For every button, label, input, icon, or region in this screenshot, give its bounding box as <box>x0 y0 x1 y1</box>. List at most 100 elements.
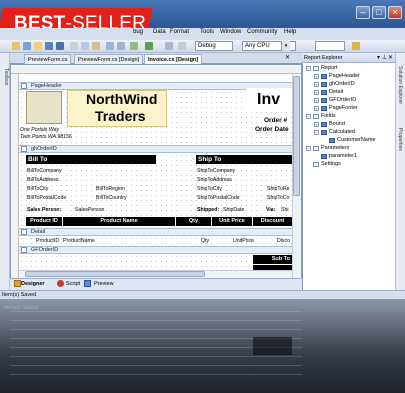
band-collapse-icon[interactable] <box>21 247 27 253</box>
ship-to-region-field[interactable]: ShipToRe <box>267 186 290 192</box>
band-group-header[interactable]: ghOrderID <box>19 145 292 153</box>
save-all-icon[interactable] <box>56 42 64 50</box>
horizontal-scroll-thumb[interactable] <box>25 271 205 277</box>
order-number-label[interactable]: Order # <box>264 117 287 124</box>
pin-icon[interactable]: ▾ ⊥ <box>377 54 387 61</box>
close-panel-icon[interactable]: ✕ <box>388 54 393 61</box>
tree-toggle-icon[interactable]: + <box>314 73 319 79</box>
bill-to-city-field[interactable]: BillToCity <box>27 186 48 192</box>
copy-icon[interactable] <box>81 42 89 50</box>
ship-to-company-field[interactable]: ShipToCompany <box>197 168 235 174</box>
unit-price-field[interactable]: UnitPrice <box>233 238 254 244</box>
open-icon[interactable] <box>34 42 42 50</box>
paste-icon[interactable] <box>92 42 100 50</box>
tree-toggle-icon[interactable]: + <box>314 89 319 95</box>
bill-to-company-field[interactable]: BillToCompany <box>27 168 62 174</box>
menu-debug[interactable]: bug <box>133 29 143 35</box>
find-icon[interactable] <box>178 42 186 50</box>
product-name-field[interactable]: ProductName <box>63 238 95 244</box>
menu-community[interactable]: Community <box>247 29 277 35</box>
ship-to-country-field[interactable]: ShipToCo <box>267 195 290 201</box>
find-combo[interactable] <box>315 41 345 51</box>
sales-person-field[interactable]: SalesPerson <box>75 207 104 213</box>
bill-to-address-field[interactable]: BillToAddress <box>27 177 58 183</box>
tree-node-label[interactable]: CustomerName <box>337 136 376 144</box>
menu-tools[interactable]: Tools <box>200 29 214 35</box>
tab-preview[interactable]: Preview <box>94 280 114 289</box>
band-collapse-icon[interactable] <box>21 146 27 152</box>
band-collapse-icon[interactable] <box>21 83 27 89</box>
navigate-back-icon[interactable] <box>130 42 138 50</box>
sales-person-label[interactable]: Sales Person: <box>27 207 61 213</box>
tree-node-label[interactable]: GFOrderID <box>329 96 356 104</box>
menu-help[interactable]: Help <box>284 29 296 35</box>
ship-date-field[interactable]: ShipDate <box>223 207 244 213</box>
order-date-label[interactable]: Order Date <box>255 126 289 133</box>
tree-node-label[interactable]: Fields <box>321 112 336 120</box>
via-label[interactable]: Via: <box>266 207 275 213</box>
menu-window[interactable]: Window <box>220 29 241 35</box>
close-document-icon[interactable]: ✕ <box>285 54 290 61</box>
ship-to-postal-field[interactable]: ShipToPostalCode <box>197 195 240 201</box>
qty-field[interactable]: Qty <box>201 238 209 244</box>
start-debug-icon[interactable] <box>145 42 153 50</box>
undo-icon[interactable] <box>106 42 114 50</box>
configuration-select[interactable]: Debug <box>195 41 233 51</box>
tree-toggle-icon[interactable]: − <box>314 129 319 135</box>
col-header-product-name[interactable]: Product Name <box>63 217 175 226</box>
tree-node-label[interactable]: Parameters <box>321 144 349 152</box>
tree-toggle-icon[interactable]: − <box>306 145 311 151</box>
tab-designer[interactable]: Designer <box>21 280 45 289</box>
tree-node-label[interactable]: Report <box>321 64 338 72</box>
band-collapse-icon[interactable] <box>21 229 27 235</box>
company-address-line2[interactable]: Twin Points WA 98156 <box>20 134 72 140</box>
tree-node-label[interactable]: Bound <box>329 120 345 128</box>
tab-previewform-cs[interactable]: PreviewForm.cs <box>24 54 72 64</box>
properties-icon[interactable] <box>352 42 360 50</box>
tab-properties[interactable]: Properties <box>397 128 403 168</box>
tree-node-label[interactable]: Detail <box>329 88 343 96</box>
col-header-unit-price[interactable]: Unit Price <box>212 217 252 226</box>
cut-icon[interactable] <box>70 42 78 50</box>
tree-node-label[interactable]: Calculated <box>329 128 355 136</box>
ship-via-field[interactable]: Shi <box>281 207 289 213</box>
tree-node-label[interactable]: Settings <box>321 160 341 168</box>
shipped-label[interactable]: Shipped: <box>197 207 219 213</box>
group-header-area[interactable] <box>19 153 292 227</box>
menu-data[interactable]: Data <box>153 29 166 35</box>
tree-toggle-icon[interactable]: − <box>306 65 311 71</box>
chevron-down-icon[interactable]: ▾ <box>281 41 290 51</box>
tab-solution-explorer[interactable]: Solution Explorer <box>397 66 403 126</box>
subtotal-label[interactable]: Sub To <box>253 255 292 264</box>
bill-to-region-field[interactable]: BillToRegion <box>96 186 125 192</box>
maximize-button[interactable]: □ <box>372 6 386 19</box>
new-project-icon[interactable] <box>12 42 20 50</box>
tree-node-label[interactable]: PageFooter <box>329 104 358 112</box>
tab-previewform-design[interactable]: PreviewForm.cs [Design] <box>74 54 144 64</box>
add-item-icon[interactable] <box>23 42 31 50</box>
band-group-footer[interactable]: GFOrderID <box>19 246 292 254</box>
discount-field[interactable]: Disco <box>277 238 290 244</box>
tree-node-label[interactable]: ghOrderID <box>329 80 355 88</box>
minimize-button[interactable]: – <box>356 6 370 19</box>
band-detail[interactable]: Detail <box>19 228 292 236</box>
zoom-icon[interactable] <box>165 42 173 50</box>
col-header-qty[interactable]: Qty <box>176 217 211 226</box>
save-icon[interactable] <box>45 42 53 50</box>
bill-to-header[interactable]: Bill To <box>26 155 156 164</box>
product-id-field[interactable]: ProductID <box>36 238 59 244</box>
tree-node-label[interactable]: parameter1 <box>329 152 357 160</box>
tree-toggle-icon[interactable]: + <box>314 81 319 87</box>
menu-format[interactable]: Format <box>170 29 189 35</box>
tree-toggle-icon[interactable]: + <box>314 97 319 103</box>
company-address-line1[interactable]: One Portals Way <box>20 127 59 133</box>
vertical-scroll-thumb[interactable] <box>293 76 300 196</box>
tree-node-label[interactable]: PageHeader <box>329 72 360 80</box>
ship-to-header[interactable]: Ship To <box>196 155 292 164</box>
tab-invoice-design[interactable]: Invoice.cs [Design] <box>144 54 203 64</box>
redo-icon[interactable] <box>117 42 125 50</box>
tab-script[interactable]: Script <box>66 280 80 289</box>
ship-to-address-field[interactable]: ShipToAddress <box>197 177 232 183</box>
tree-toggle-icon[interactable]: + <box>314 105 319 111</box>
bill-to-country-field[interactable]: BillToCountry <box>96 195 127 201</box>
